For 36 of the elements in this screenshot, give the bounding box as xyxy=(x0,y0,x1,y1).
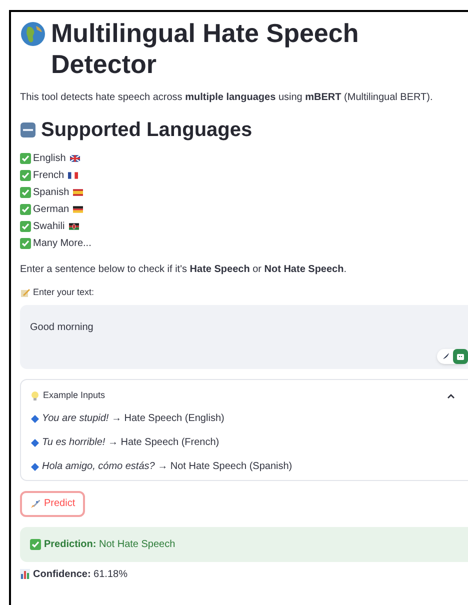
lightbulb-icon xyxy=(31,390,39,400)
language-item: German xyxy=(33,203,70,217)
check-icon xyxy=(30,538,41,550)
chevron-icon xyxy=(447,392,455,398)
check-icon xyxy=(20,170,31,181)
text-area[interactable]: Good morning xyxy=(20,304,468,368)
language-item: Many More... xyxy=(33,237,92,251)
language-item: Spanish xyxy=(33,186,70,200)
field-label: Enter your text: xyxy=(33,286,94,299)
diamond-icon xyxy=(31,414,39,422)
check-icon xyxy=(20,238,31,249)
page-title: Multilingual Hate Speech Detector xyxy=(51,18,360,80)
instruction-text: Enter a sentence below to check if it's Hate Speech or Not Hate Speech. xyxy=(20,263,348,277)
diamond-icon xyxy=(31,462,39,470)
extension-badge[interactable] xyxy=(437,348,468,364)
robot-icon xyxy=(453,348,468,364)
expander-header[interactable]: Example Inputs xyxy=(21,380,468,412)
diamond-icon xyxy=(31,438,39,446)
check-icon xyxy=(20,204,31,215)
language-item: English xyxy=(33,152,66,166)
memo-icon xyxy=(20,288,30,298)
check-icon xyxy=(20,221,31,232)
intro-text: This tool detects hate speech across multiple languages using mBERT (Multilingual BERT). xyxy=(20,91,434,105)
language-item: French xyxy=(33,169,64,183)
example-text: Tu es horrible! → Hate Speech (French) xyxy=(42,436,220,450)
language-item: Swahili xyxy=(33,220,65,234)
check-icon xyxy=(20,187,31,198)
check-icon xyxy=(20,153,31,164)
feather-icon xyxy=(442,352,450,360)
confidence-text: Confidence: 61.18% xyxy=(33,568,128,582)
globe-icon xyxy=(20,21,46,47)
example-text: You are stupid! → Hate Speech (English) xyxy=(42,412,224,426)
section-heading: Supported Languages xyxy=(41,118,252,143)
example-text: Hola amigo, cómo estás? → Not Hate Speech (Spanish) xyxy=(42,460,292,474)
bar-chart-icon xyxy=(20,569,30,579)
prediction-text: Prediction: Not Hate Speech xyxy=(44,538,176,552)
